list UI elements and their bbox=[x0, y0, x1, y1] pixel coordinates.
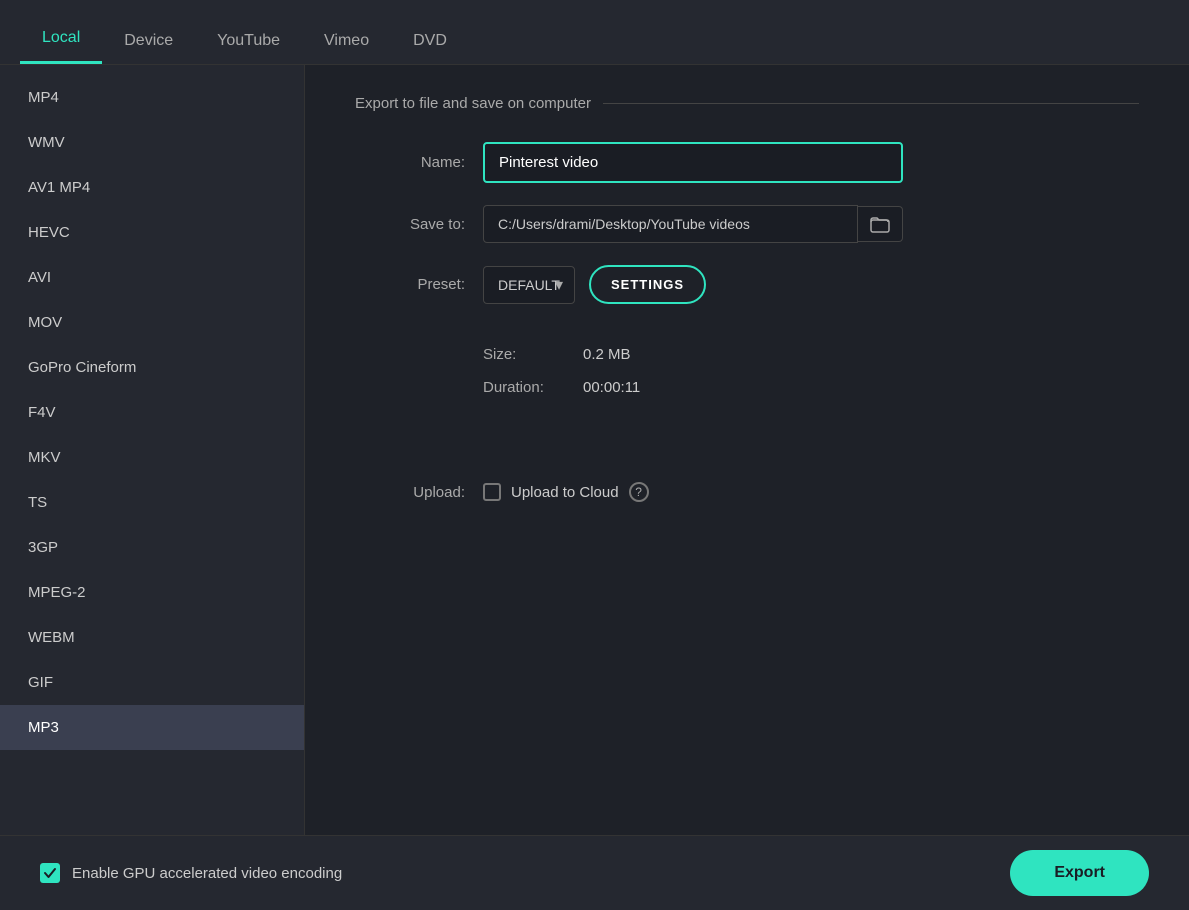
help-icon[interactable]: ? bbox=[629, 482, 649, 502]
sidebar-item-webm[interactable]: WEBM bbox=[0, 615, 304, 660]
section-title: Export to file and save on computer bbox=[355, 95, 1139, 112]
info-section: Size: 0.2 MB Duration: 00:00:11 bbox=[483, 346, 1139, 412]
sidebar-item-ts[interactable]: TS bbox=[0, 480, 304, 525]
save-to-label: Save to: bbox=[355, 216, 465, 233]
gpu-label: Enable GPU accelerated video encoding bbox=[72, 865, 342, 882]
sidebar-item-av1mp4[interactable]: AV1 MP4 bbox=[0, 165, 304, 210]
sidebar-item-3gp[interactable]: 3GP bbox=[0, 525, 304, 570]
sidebar-item-avi[interactable]: AVI bbox=[0, 255, 304, 300]
duration-label: Duration: bbox=[483, 379, 583, 396]
gpu-checkbox-area: Enable GPU accelerated video encoding bbox=[40, 863, 342, 883]
name-row: Name: bbox=[355, 142, 1139, 183]
main-layout: MP4WMVAV1 MP4HEVCAVIMOVGoPro CineformF4V… bbox=[0, 65, 1189, 910]
preset-controls: DEFAULTCustom SETTINGS bbox=[483, 265, 706, 304]
size-label: Size: bbox=[483, 346, 583, 363]
tab-dvd[interactable]: DVD bbox=[391, 18, 469, 64]
sidebar-item-mkv[interactable]: MKV bbox=[0, 435, 304, 480]
save-to-input[interactable] bbox=[483, 205, 858, 243]
tab-device[interactable]: Device bbox=[102, 18, 195, 64]
preset-row: Preset: DEFAULTCustom SETTINGS bbox=[355, 265, 1139, 304]
name-input[interactable] bbox=[483, 142, 903, 183]
sidebar-item-mp4[interactable]: MP4 bbox=[0, 75, 304, 120]
tab-vimeo[interactable]: Vimeo bbox=[302, 18, 391, 64]
section-title-text: Export to file and save on computer bbox=[355, 95, 591, 112]
upload-row: Upload: Upload to Cloud ? bbox=[355, 482, 1139, 502]
checkmark-icon bbox=[43, 866, 57, 880]
save-to-row: Save to: bbox=[355, 205, 1139, 243]
upload-checkbox[interactable] bbox=[483, 483, 501, 501]
sidebar-item-mov[interactable]: MOV bbox=[0, 300, 304, 345]
sidebar-item-gopro[interactable]: GoPro Cineform bbox=[0, 345, 304, 390]
folder-button[interactable] bbox=[858, 206, 903, 242]
sidebar: MP4WMVAV1 MP4HEVCAVIMOVGoPro CineformF4V… bbox=[0, 65, 305, 910]
help-icon-text: ? bbox=[635, 485, 642, 499]
upload-to-cloud-label[interactable]: Upload to Cloud bbox=[511, 484, 619, 501]
settings-button[interactable]: SETTINGS bbox=[589, 265, 706, 304]
gpu-checkbox[interactable] bbox=[40, 863, 60, 883]
duration-value: 00:00:11 bbox=[583, 379, 640, 396]
size-row: Size: 0.2 MB bbox=[483, 346, 1139, 363]
sidebar-item-hevc[interactable]: HEVC bbox=[0, 210, 304, 255]
name-label: Name: bbox=[355, 154, 465, 171]
sidebar-item-gif[interactable]: GIF bbox=[0, 660, 304, 705]
duration-row: Duration: 00:00:11 bbox=[483, 379, 1139, 396]
sidebar-item-f4v[interactable]: F4V bbox=[0, 390, 304, 435]
export-button[interactable]: Export bbox=[1010, 850, 1149, 896]
bottom-bar: Enable GPU accelerated video encoding Ex… bbox=[0, 835, 1189, 910]
sidebar-item-wmv[interactable]: WMV bbox=[0, 120, 304, 165]
tab-bar: LocalDeviceYouTubeVimeoDVD bbox=[0, 0, 1189, 65]
sidebar-item-mpeg2[interactable]: MPEG-2 bbox=[0, 570, 304, 615]
content-area: Export to file and save on computer Name… bbox=[305, 65, 1189, 910]
sidebar-item-mp3[interactable]: MP3 bbox=[0, 705, 304, 750]
tab-youtube[interactable]: YouTube bbox=[195, 18, 302, 64]
tab-local[interactable]: Local bbox=[20, 15, 102, 64]
preset-label: Preset: bbox=[355, 276, 465, 293]
save-to-field bbox=[483, 205, 903, 243]
preset-wrapper: DEFAULTCustom bbox=[483, 266, 575, 304]
upload-checkbox-area: Upload to Cloud ? bbox=[483, 482, 649, 502]
size-value: 0.2 MB bbox=[583, 346, 631, 363]
preset-select[interactable]: DEFAULTCustom bbox=[483, 266, 575, 304]
upload-label: Upload: bbox=[355, 484, 465, 501]
